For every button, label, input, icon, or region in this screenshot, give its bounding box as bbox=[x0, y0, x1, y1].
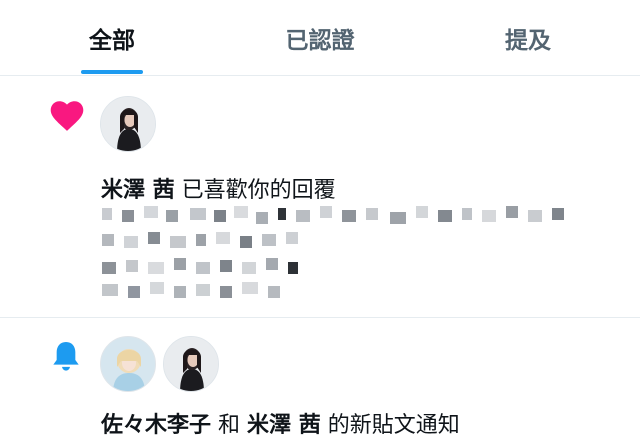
conjunction-text: 和 bbox=[218, 413, 241, 438]
heart-icon bbox=[50, 101, 84, 131]
tab-mentions[interactable]: 提及 bbox=[478, 0, 578, 76]
user-name[interactable]: 米澤 茜 bbox=[101, 178, 175, 203]
tab-all[interactable]: 全部 bbox=[62, 0, 162, 76]
notification-like[interactable]: 米澤 茜 已喜歡你的回覆 bbox=[0, 76, 640, 318]
bell-icon bbox=[53, 342, 79, 371]
avatar-image bbox=[101, 97, 155, 151]
avatar-user[interactable] bbox=[100, 96, 156, 152]
notification-text: 米澤 茜 已喜歡你的回覆 bbox=[101, 172, 336, 204]
tab-mentions-label: 提及 bbox=[505, 28, 551, 54]
tab-verified[interactable]: 已認證 bbox=[260, 0, 380, 76]
action-text: 已喜歡你的回覆 bbox=[181, 178, 336, 203]
tab-all-label: 全部 bbox=[89, 28, 135, 54]
notification-new-posts[interactable]: 佐々木李子 和 米澤 茜 的新貼文通知 bbox=[0, 318, 640, 443]
tab-verified-label: 已認證 bbox=[285, 28, 355, 54]
notification-tabs: 全部 已認證 提及 bbox=[0, 0, 640, 76]
notification-text: 佐々木李子 和 米澤 茜 的新貼文通知 bbox=[101, 407, 460, 439]
avatar-user2[interactable] bbox=[163, 336, 219, 392]
user1-name[interactable]: 佐々木李子 bbox=[101, 413, 211, 438]
avatar-user1[interactable] bbox=[100, 336, 156, 392]
action-text: 的新貼文通知 bbox=[327, 413, 460, 438]
avatar-image bbox=[164, 337, 218, 391]
active-tab-indicator bbox=[81, 70, 143, 74]
pixelated-content bbox=[100, 204, 600, 304]
user2-name[interactable]: 米澤 茜 bbox=[247, 413, 321, 438]
avatar-image bbox=[101, 337, 155, 391]
